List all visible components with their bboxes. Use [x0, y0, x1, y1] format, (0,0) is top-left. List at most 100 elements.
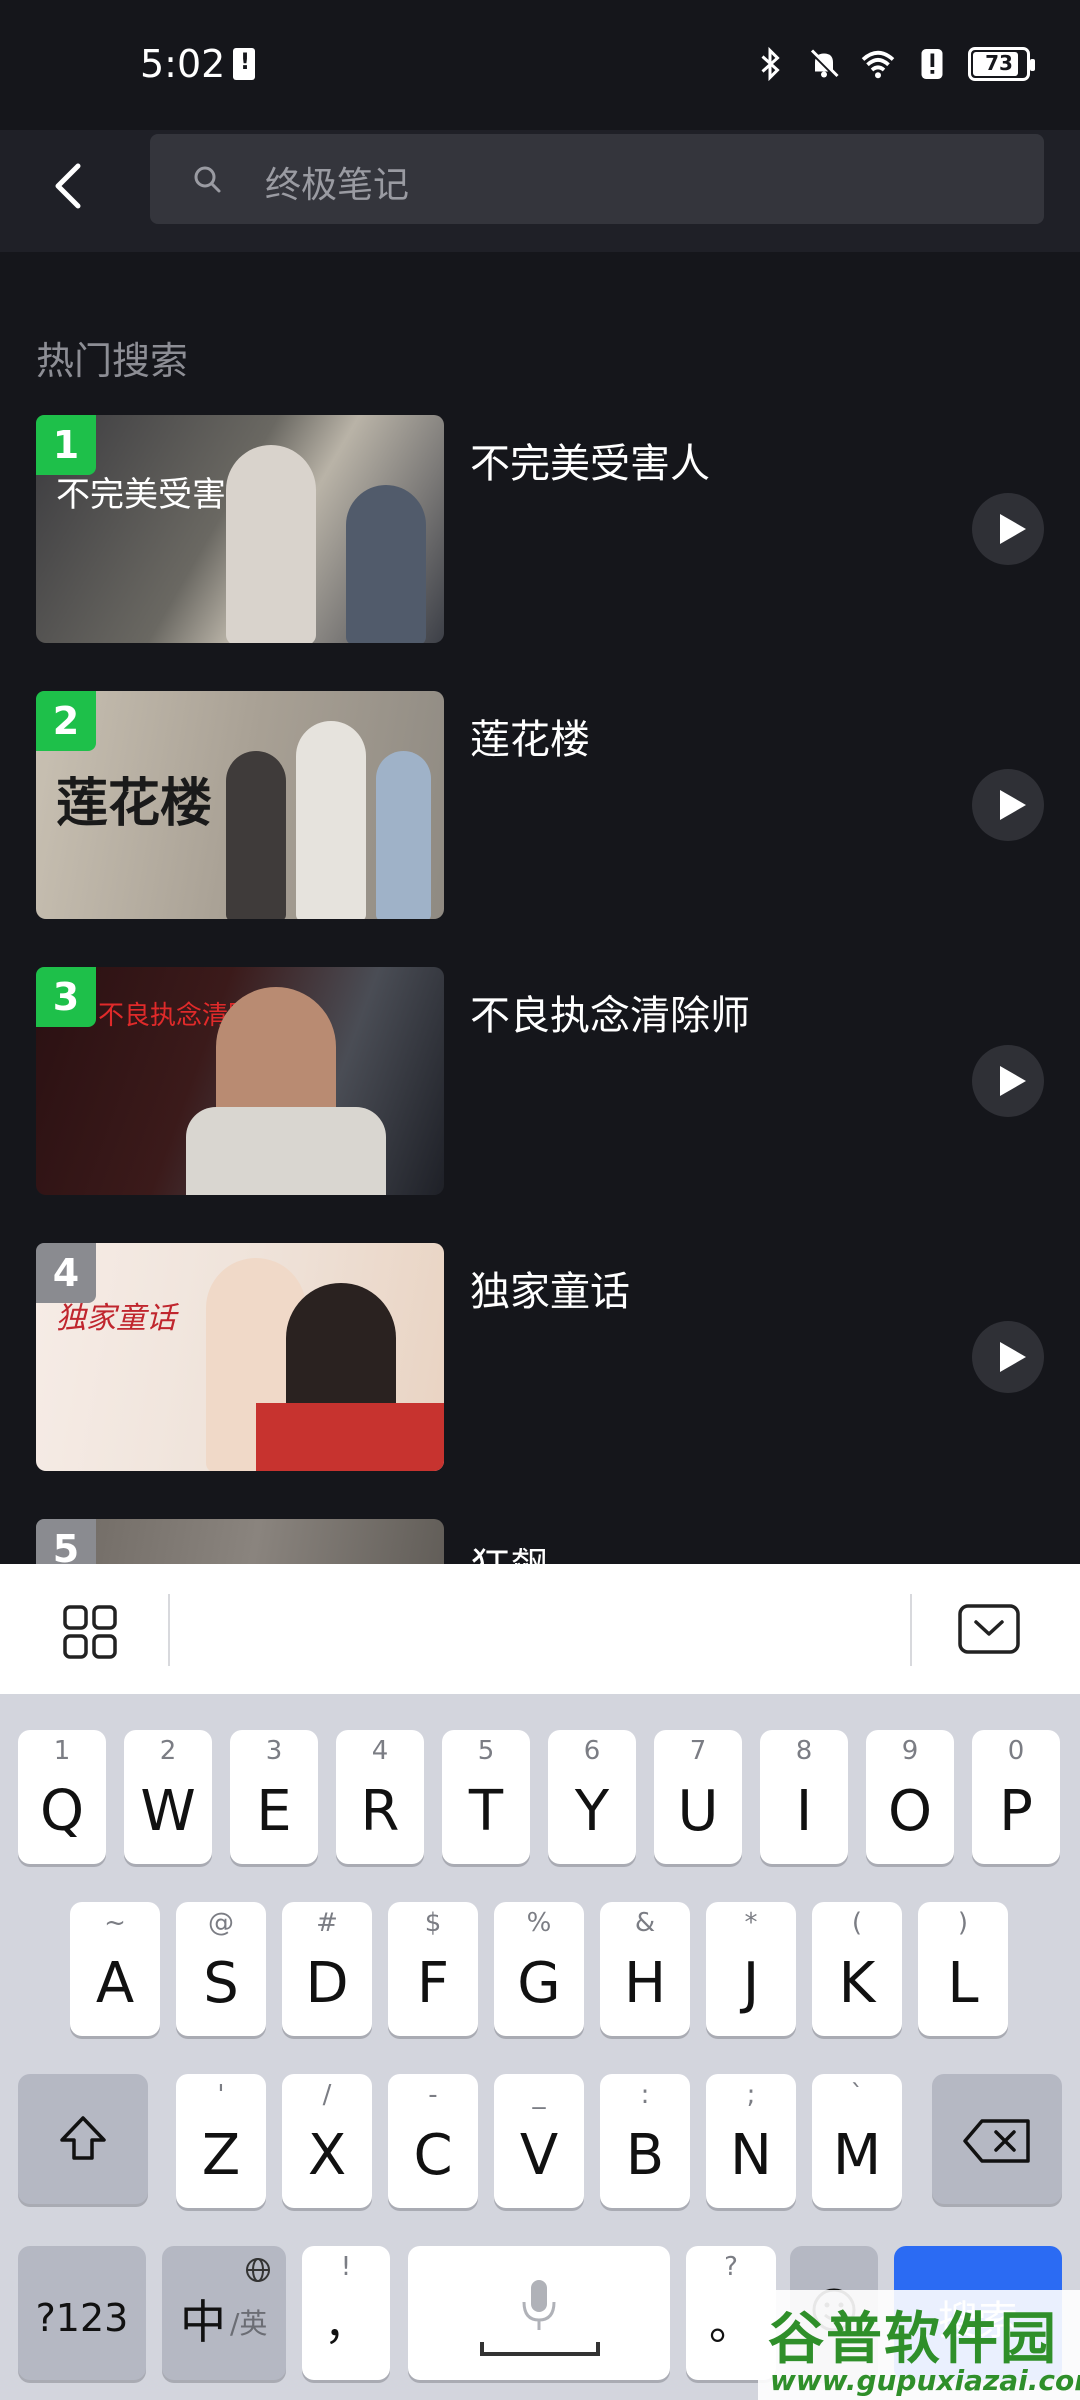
key-j[interactable]: * J [706, 1902, 796, 2036]
key-d[interactable]: # D [282, 1902, 372, 2036]
backspace-key[interactable] [932, 2074, 1062, 2204]
item-title[interactable]: 独家童话 [470, 1259, 630, 1317]
key-c[interactable]: -C [388, 2074, 478, 2208]
search-icon [194, 166, 221, 193]
thumbnail-figure [346, 485, 426, 643]
thumbnail[interactable]: 独家童话 [36, 1243, 444, 1471]
key-b[interactable]: :B [600, 2074, 690, 2208]
wifi-icon [861, 50, 895, 79]
key-s[interactable]: @ S [176, 1902, 266, 2036]
alert-icon [921, 49, 943, 79]
grid-menu-icon[interactable] [62, 1604, 118, 1660]
key-q[interactable]: 1Q [18, 1730, 106, 1864]
list-item[interactable]: 不完美受害人 1 不完美受害人 [0, 415, 1080, 643]
list-item[interactable]: 5 狂飙 [0, 1519, 1080, 1564]
key-hint: # [316, 1908, 338, 1938]
play-button[interactable] [972, 769, 1044, 841]
key-label: N [730, 2123, 772, 2188]
section-title: 热门搜索 [36, 339, 189, 383]
shift-arrow-icon [60, 2116, 106, 2160]
key-e[interactable]: 3E [230, 1730, 318, 1864]
key-t[interactable]: 5T [442, 1730, 530, 1864]
thumbnail[interactable]: 不完美受害人 [36, 415, 444, 643]
search-input[interactable]: 终极笔记 [150, 134, 1044, 224]
key-g[interactable]: % G [494, 1902, 584, 2036]
list-item[interactable]: 不良执念清除师 3 不良执念清除师 [0, 967, 1080, 1195]
key-a[interactable]: ~ A [70, 1902, 160, 2036]
key-label: F [416, 1951, 450, 2016]
comma-key[interactable]: ! ， [302, 2246, 390, 2380]
key-y[interactable]: 6Y [548, 1730, 636, 1864]
search-header: 终极笔记 [0, 130, 1080, 252]
key-label: R [360, 1779, 400, 1844]
play-button[interactable] [972, 1045, 1044, 1117]
key-p[interactable]: 0P [972, 1730, 1060, 1864]
toolbar-divider [168, 1594, 170, 1666]
item-title[interactable]: 狂飙 [470, 1535, 550, 1564]
key-h[interactable]: & H [600, 1902, 690, 2036]
key-label: W [140, 1779, 196, 1844]
key-o[interactable]: 9O [866, 1730, 954, 1864]
play-button[interactable] [972, 493, 1044, 565]
key-u[interactable]: 7U [654, 1730, 742, 1864]
thumbnail-figure [376, 751, 431, 919]
key-r[interactable]: 4R [336, 1730, 424, 1864]
key-hint: / [322, 2080, 332, 2110]
numbers-key[interactable]: ?123 [18, 2246, 146, 2380]
key-k[interactable]: (K [812, 1902, 902, 2036]
key-hint: ) [957, 1908, 969, 1938]
microphone-icon [522, 2280, 556, 2330]
thumbnail[interactable]: 不良执念清除师 [36, 967, 444, 1195]
key-w[interactable]: 2W [124, 1730, 212, 1864]
thumbnail-figure [226, 751, 286, 919]
list-item[interactable]: 独家童话 4 独家童话 [0, 1243, 1080, 1471]
key-label: L [947, 1951, 979, 2016]
thumbnail-figure [186, 1107, 386, 1195]
key-label: C [413, 2123, 453, 2188]
key-hint: 8 [795, 1736, 813, 1766]
key-i[interactable]: 8I [760, 1730, 848, 1864]
key-label: E [256, 1779, 292, 1844]
shift-key[interactable] [18, 2074, 148, 2204]
back-arrow-icon[interactable] [36, 150, 106, 220]
thumbnail[interactable]: 莲花楼 [36, 691, 444, 919]
battery-alert-icon [233, 48, 255, 80]
thumbnail-figure [256, 1403, 444, 1471]
thumbnail-figure [296, 721, 366, 919]
lang-key-sub-label: /英 [230, 2307, 268, 2340]
key-hint: 3 [265, 1736, 283, 1766]
key-m[interactable]: ` M [812, 2074, 902, 2208]
thumbnail[interactable] [36, 1519, 444, 1564]
rank-badge: 1 [36, 415, 96, 475]
watermark-main: 谷普软件园 [768, 2307, 1058, 2372]
keyboard-toolbar [0, 1564, 1080, 1694]
hide-keyboard-icon[interactable] [958, 1604, 1020, 1654]
key-l[interactable]: ) L [918, 1902, 1008, 2036]
battery-level: 73 [985, 51, 1013, 75]
key-hint: * [744, 1908, 758, 1938]
key-label: Q [39, 1779, 85, 1844]
bluetooth-icon [761, 46, 780, 82]
key-label: J [742, 1951, 760, 2016]
key-label: H [623, 1951, 667, 2016]
key-x[interactable]: / X [282, 2074, 372, 2208]
list-item[interactable]: 莲花楼 2 莲花楼 [0, 691, 1080, 919]
lang-key-label: 中 [180, 2295, 226, 2349]
item-title[interactable]: 莲花楼 [470, 707, 590, 765]
key-label: K [838, 1951, 876, 2016]
language-switch-key[interactable]: 中 /英 [162, 2246, 286, 2380]
key-v[interactable]: _ V [494, 2074, 584, 2208]
key-z[interactable]: ' Z [176, 2074, 266, 2208]
key-f[interactable]: $ F [388, 1902, 478, 2036]
watermark-url: www.gupuxiazai.com [770, 2364, 1080, 2397]
comma-key-hint: ! [340, 2252, 352, 2282]
item-title[interactable]: 不完美受害人 [470, 431, 710, 489]
key-hint: $ [424, 1908, 442, 1938]
key-label: T [468, 1779, 504, 1844]
rank-badge: 3 [36, 967, 96, 1027]
play-button[interactable] [972, 1321, 1044, 1393]
space-key[interactable] [408, 2246, 670, 2380]
key-hint: 4 [371, 1736, 389, 1766]
key-n[interactable]: ; N [706, 2074, 796, 2208]
item-title[interactable]: 不良执念清除师 [470, 983, 750, 1041]
